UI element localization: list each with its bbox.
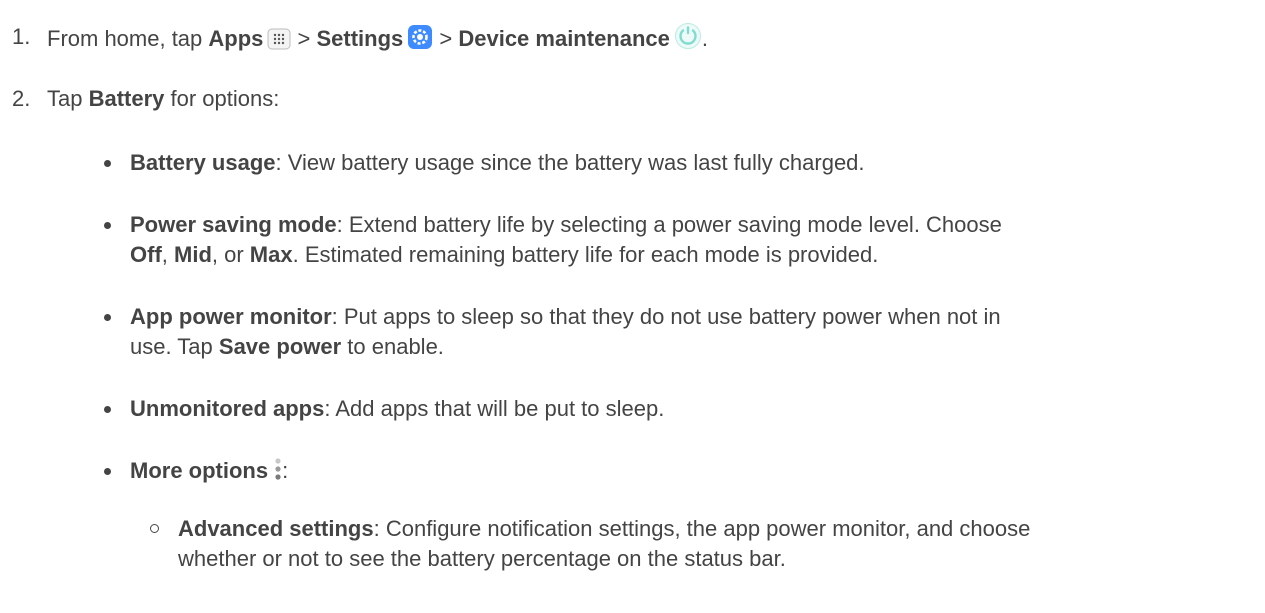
list-item-text: Unmonitored apps: Add apps that will be … (130, 396, 665, 421)
settings-gear-icon (407, 24, 433, 58)
sub-bullet-circle (150, 524, 159, 533)
device-maintenance-label: Device maintenance (458, 26, 670, 51)
apps-label: Apps (208, 26, 264, 51)
step-number: 1. (12, 24, 31, 49)
instruction-document: 1. From home, tap Apps > Settings > Devi… (0, 0, 1265, 613)
bullet-dot (104, 406, 111, 413)
bullet-dot (104, 222, 111, 229)
list-item-text: Power saving mode: Extend battery life b… (130, 212, 1002, 267)
sub-list-item-text: Advanced settings: Configure notificatio… (178, 516, 1031, 571)
list-item-text: Battery usage: View battery usage since … (130, 150, 865, 175)
apps-grid-icon (267, 28, 291, 58)
step-text: Tap Battery for options: (47, 86, 280, 111)
bullet-dot (104, 160, 111, 167)
step-text: From home, tap Apps > Settings > Device … (47, 22, 708, 58)
list-item-text: App power monitor: Put apps to sleep so … (130, 304, 1001, 359)
bullet-dot (104, 468, 111, 475)
battery-label: Battery (88, 86, 165, 111)
list-item-text: More options: (130, 456, 1230, 490)
settings-label: Settings (316, 26, 404, 51)
more-options-icon (274, 456, 282, 490)
step-number: 2. (12, 86, 31, 111)
bullet-dot (104, 314, 111, 321)
device-maintenance-icon (674, 22, 702, 58)
